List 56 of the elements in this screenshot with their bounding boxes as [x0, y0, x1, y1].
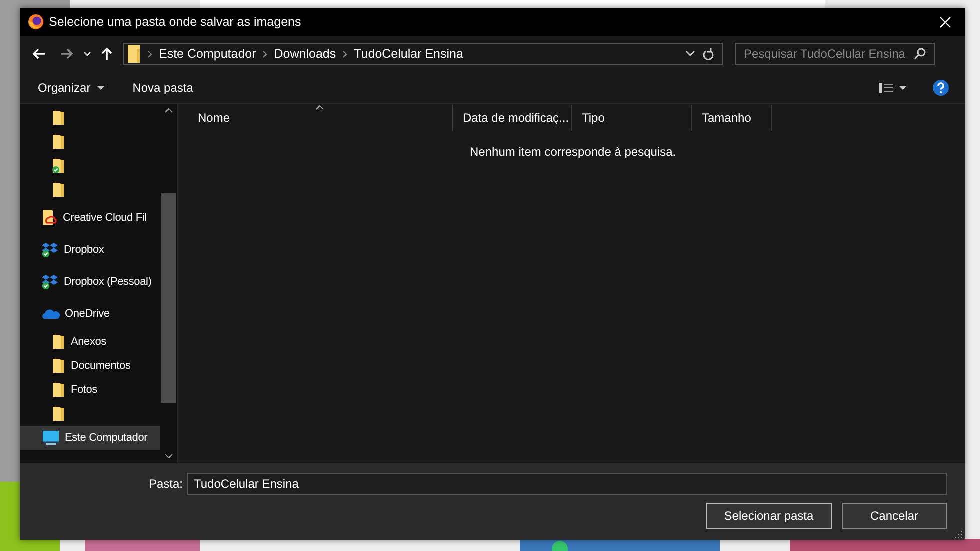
column-header[interactable]: Nome	[188, 105, 453, 131]
sidebar-item[interactable]: Anexos	[20, 330, 160, 354]
column-header[interactable]: Data de modificaç...	[453, 105, 572, 131]
sidebar-item[interactable]: Dropbox (Pessoal)	[20, 266, 160, 298]
cloud-folder-icon	[42, 209, 58, 227]
column-header[interactable]: Tamanho	[692, 105, 772, 131]
cloud-icon	[42, 308, 60, 320]
folder-icon	[52, 182, 66, 198]
refresh-icon[interactable]	[703, 48, 714, 60]
search-field[interactable]: Pesquisar TudoCelular Ensina	[735, 43, 935, 65]
folder-icon	[52, 382, 66, 398]
chevron-down-icon[interactable]	[686, 51, 695, 57]
back-arrow-icon[interactable]	[32, 48, 46, 60]
folder-icon	[52, 134, 66, 150]
folder-name-field[interactable]: TudoCelular Ensina	[187, 473, 947, 495]
computer-icon	[42, 430, 60, 446]
resize-grip-icon[interactable]	[955, 530, 963, 538]
sidebar-item[interactable]: Fotos	[20, 378, 160, 402]
chevron-up-icon[interactable]	[164, 108, 172, 113]
chevron-right-icon	[343, 50, 348, 58]
search-icon	[914, 48, 926, 60]
breadcrumb[interactable]: TudoCelular Ensina	[354, 47, 464, 61]
sidebar-item[interactable]: Creative Cloud Fil	[20, 202, 160, 234]
address-bar[interactable]: Este Computador Downloads TudoCelular Ensina	[123, 43, 723, 65]
empty-message: Nenhum item corresponde à pesquisa.	[470, 145, 676, 159]
chevron-right-icon	[263, 50, 268, 58]
breadcrumb[interactable]: Downloads	[274, 47, 336, 61]
sidebar-item[interactable]: Este Computador	[20, 426, 160, 450]
organize-menu-button[interactable]: Organizar	[30, 76, 113, 100]
up-arrow-icon[interactable]	[101, 47, 113, 61]
breadcrumb[interactable]: Este Computador	[159, 47, 256, 61]
close-icon	[940, 16, 950, 28]
caret-icon	[96, 86, 105, 90]
sidebar-item[interactable]: OneDrive	[20, 298, 160, 330]
forward-arrow-icon[interactable]	[60, 48, 74, 60]
folder-icon	[52, 334, 66, 350]
folder-icon	[52, 358, 66, 374]
new-folder-button[interactable]: Nova pasta	[124, 76, 202, 100]
window-title: Selecione uma pasta onde salvar as imagens	[49, 15, 302, 29]
dropbox-icon	[42, 274, 59, 290]
folder-icon	[128, 45, 141, 63]
view-options-icon[interactable]	[879, 82, 907, 92]
chevron-right-icon	[148, 50, 152, 58]
help-icon[interactable]	[933, 80, 949, 96]
chevron-down-icon[interactable]	[164, 454, 172, 459]
column-header[interactable]: Tipo	[572, 105, 692, 131]
browser-icon	[28, 14, 44, 30]
folder-icon	[52, 406, 66, 422]
dropbox-icon	[42, 242, 59, 258]
folder-icon	[52, 110, 66, 126]
sidebar-item[interactable]: Documentos	[20, 354, 160, 378]
synced-folder-icon	[52, 158, 66, 174]
sidebar-item[interactable]: Dropbox	[20, 234, 160, 266]
select-folder-button[interactable]: Selecionar pasta	[706, 503, 832, 529]
folder-label: Pasta:	[148, 477, 183, 491]
cancel-button[interactable]: Cancelar	[842, 503, 947, 529]
